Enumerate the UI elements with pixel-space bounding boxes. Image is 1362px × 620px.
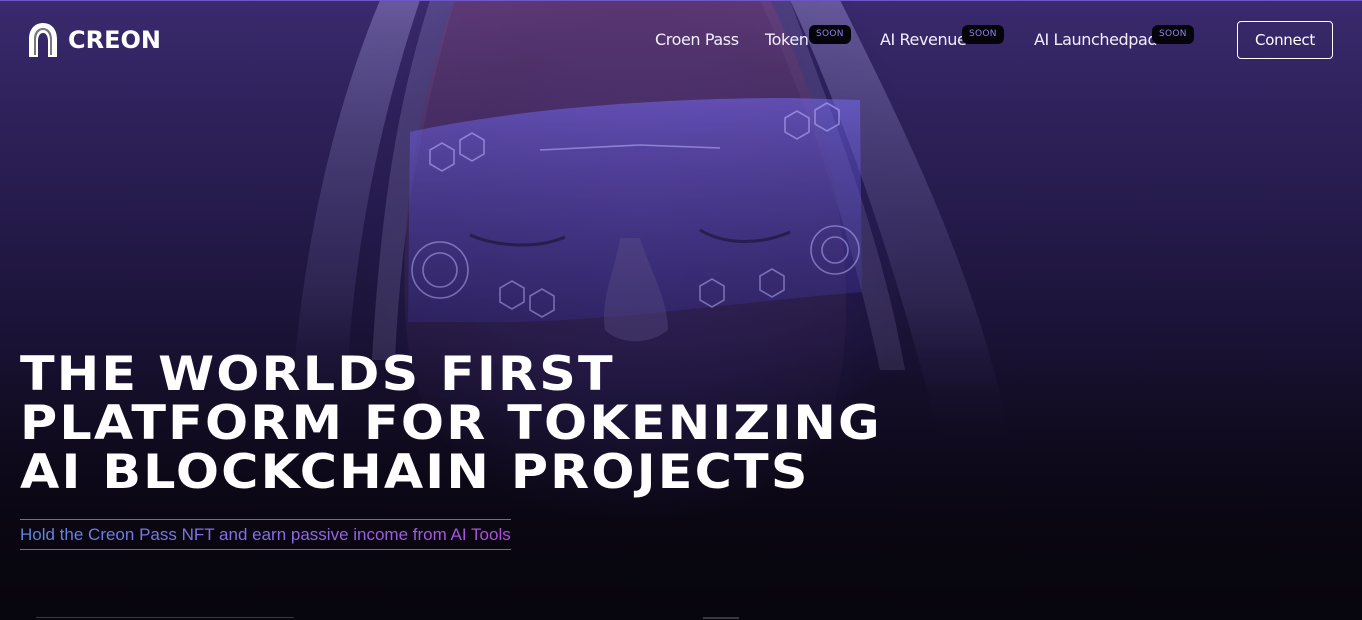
- hero-subtitle: Hold the Creon Pass NFT and earn passive…: [20, 525, 511, 544]
- nav-link-token[interactable]: Token: [765, 30, 809, 49]
- top-navigation: CREON Croen Pass Token SOON AI Revenue S…: [0, 0, 1362, 80]
- divider: [703, 617, 739, 619]
- creon-arch-icon: [29, 23, 57, 57]
- brand-name: CREON: [68, 26, 161, 54]
- soon-badge: SOON: [962, 25, 1004, 44]
- divider: [36, 617, 294, 618]
- headline-line: PLATFORM FOR TOKENIZING: [20, 396, 882, 451]
- soon-badge: SOON: [1152, 25, 1194, 44]
- nav-link-ai-revenue[interactable]: AI Revenue: [880, 30, 967, 49]
- brand-logo[interactable]: CREON: [28, 22, 161, 58]
- hero-section: CREON Croen Pass Token SOON AI Revenue S…: [0, 0, 1362, 620]
- nav-link-ai-launchedpad[interactable]: AI Launchedpad: [1034, 30, 1158, 49]
- nav-link-croen-pass[interactable]: Croen Pass: [655, 30, 739, 49]
- headline-line: AI BLOCKCHAIN PROJECTS: [20, 445, 810, 500]
- hero-headline: THE WORLDS FIRST PLATFORM FOR TOKENIZING…: [20, 350, 1057, 497]
- headline-line: THE WORLDS FIRST: [20, 347, 615, 402]
- soon-badge: SOON: [809, 25, 851, 44]
- hero-subtitle-frame: Hold the Creon Pass NFT and earn passive…: [20, 519, 511, 550]
- connect-button[interactable]: Connect: [1237, 21, 1333, 59]
